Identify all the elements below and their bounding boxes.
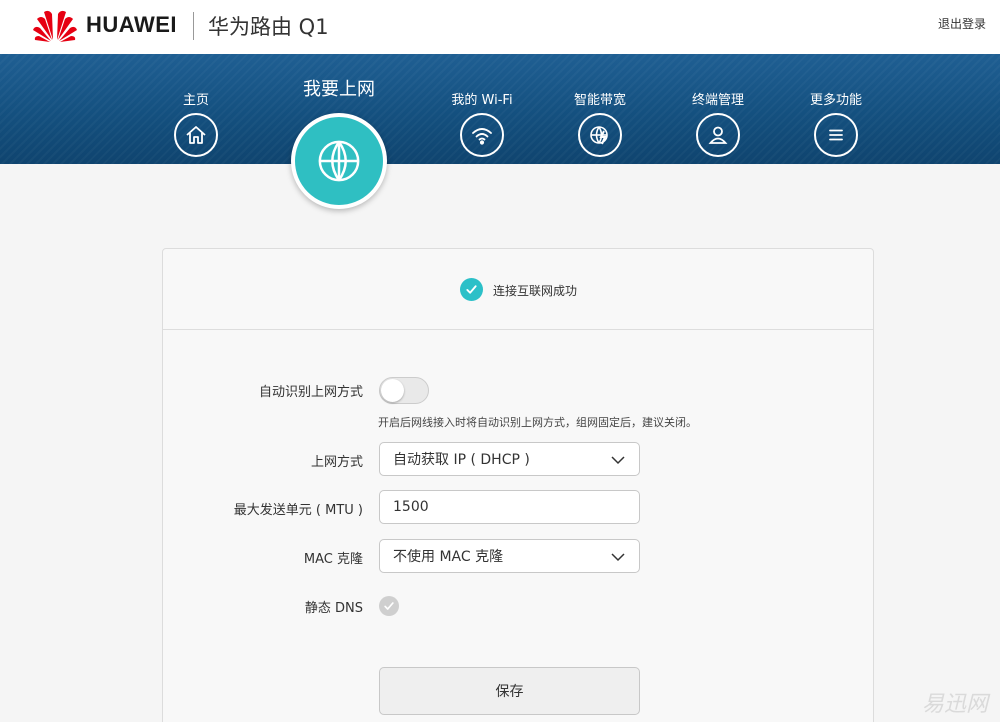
- nav-item-home[interactable]: 主页: [146, 54, 246, 157]
- auto-detect-hint: 开启后网线接入时将自动识别上网方式，组网固定后，建议关闭。: [378, 416, 697, 429]
- nav-item-bandwidth[interactable]: 智能带宽: [550, 54, 650, 157]
- check-icon: [460, 278, 483, 301]
- top-bar: HUAWEI 华为路由 Q1 退出登录: [0, 0, 1000, 54]
- check-icon: [384, 602, 394, 610]
- brand-divider: [193, 12, 194, 40]
- menu-icon: [814, 113, 858, 157]
- mtu-label: 最大发送单元 ( MTU ): [233, 503, 363, 518]
- watermark: 易迅网: [921, 692, 988, 717]
- main-nav: 主页 我的 Wi-Fi 智能带宽 终端管理 更多功能: [0, 54, 1000, 164]
- home-icon: [174, 113, 218, 157]
- nav-label-devices: 终端管理: [691, 93, 744, 108]
- mac-clone-value: 不使用 MAC 克隆: [393, 549, 504, 565]
- nav-item-wifi[interactable]: 我的 Wi-Fi: [432, 54, 532, 157]
- static-dns-label: 静态 DNS: [304, 601, 363, 616]
- save-button[interactable]: 保存: [379, 667, 640, 715]
- mac-clone-label: MAC 克隆: [303, 552, 363, 567]
- logout-link[interactable]: 退出登录: [938, 15, 986, 32]
- nav-item-more[interactable]: 更多功能: [786, 54, 886, 157]
- chevron-down-icon: [611, 456, 625, 465]
- nav-label-bandwidth: 智能带宽: [573, 93, 626, 108]
- nav-item-internet[interactable]: [291, 113, 387, 209]
- connection-type-label: 上网方式: [310, 455, 363, 470]
- user-icon: [696, 113, 740, 157]
- nav-label-internet: 我要上网: [303, 79, 375, 100]
- settings-panel: 连接互联网成功 自动识别上网方式 开启后网线接入时将自动识别上网方式，组网固定后…: [162, 248, 874, 722]
- nav-item-devices[interactable]: 终端管理: [668, 54, 768, 157]
- mtu-input[interactable]: [393, 499, 623, 515]
- toggle-knob: [381, 379, 404, 402]
- product-name: 华为路由 Q1: [208, 15, 329, 39]
- nav-label-more: 更多功能: [809, 93, 862, 108]
- mtu-field[interactable]: [379, 490, 640, 524]
- chevron-down-icon: [611, 553, 625, 562]
- connection-status: 连接互联网成功: [163, 249, 873, 330]
- auto-detect-label: 自动识别上网方式: [258, 385, 363, 400]
- bandwidth-icon: [578, 113, 622, 157]
- nav-label-wifi: 我的 Wi-Fi: [451, 93, 513, 108]
- connection-type-value: 自动获取 IP ( DHCP ): [393, 452, 530, 468]
- brand-name: HUAWEI: [86, 12, 177, 37]
- static-dns-checkbox[interactable]: [379, 596, 399, 616]
- globe-icon: [318, 140, 360, 182]
- mac-clone-select[interactable]: 不使用 MAC 克隆: [379, 539, 640, 573]
- connection-type-select[interactable]: 自动获取 IP ( DHCP ): [379, 442, 640, 476]
- auto-detect-toggle[interactable]: [379, 377, 429, 404]
- nav-label-home: 主页: [182, 93, 209, 108]
- wifi-icon: [460, 113, 504, 157]
- status-text: 连接互联网成功: [493, 284, 578, 298]
- huawei-logo-icon: [33, 10, 77, 42]
